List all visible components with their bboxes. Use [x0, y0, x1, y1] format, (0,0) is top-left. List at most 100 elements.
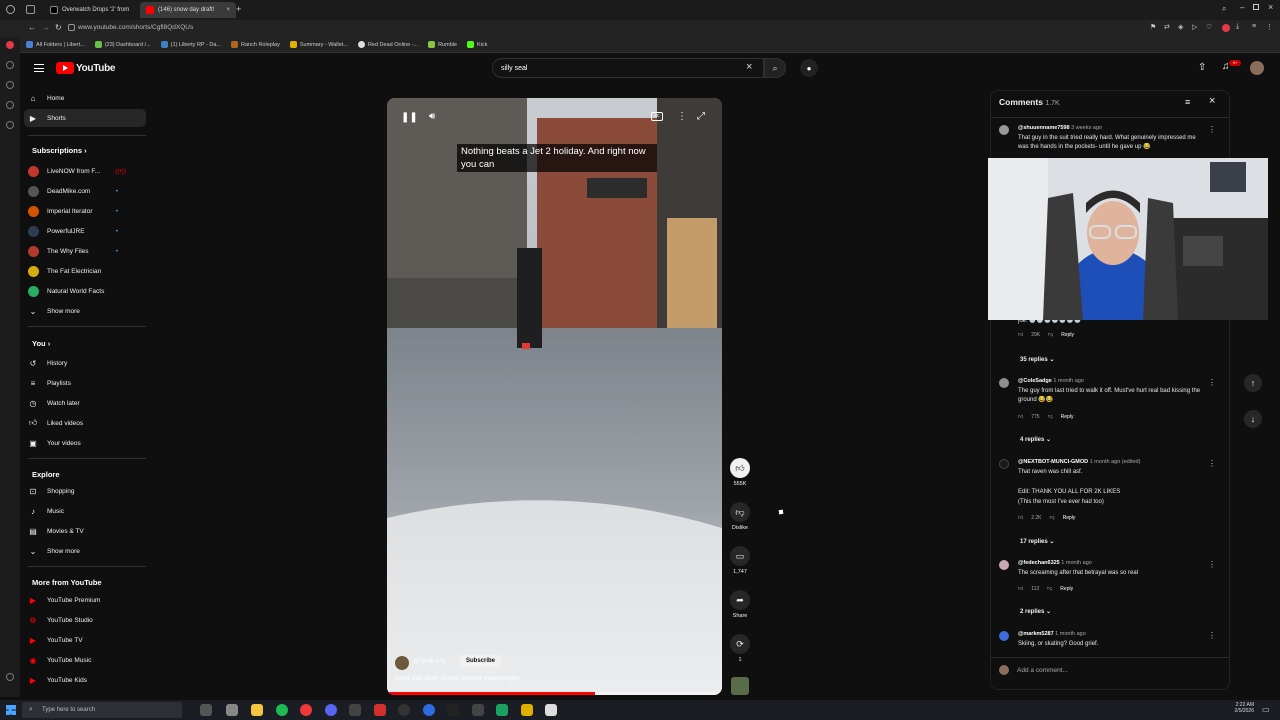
captions-icon[interactable]: cc [651, 112, 663, 121]
heart-icon[interactable]: ♡ [1206, 23, 1212, 31]
sidebar-item-your-videos[interactable]: ▣ Your videos [28, 436, 138, 450]
bookmark-item[interactable]: All Folders | Libert... [26, 41, 85, 48]
tab-youtube-short[interactable]: (146) snow day draft! × [140, 2, 236, 18]
sidebar-item-shorts[interactable]: ▶ Shorts [28, 111, 138, 125]
replies-toggle[interactable]: 4 replies ⌄ [1020, 436, 1051, 443]
sidebar-item-shopping[interactable]: ⊡ Shopping [28, 484, 138, 498]
sidebar-item-playlists[interactable]: ≡ Playlists [28, 376, 138, 390]
extension-icon[interactable] [1222, 24, 1230, 32]
maximize-icon[interactable] [1253, 4, 1259, 10]
forward-icon[interactable]: → [42, 23, 50, 32]
comment-menu-icon[interactable]: ⋮ [1208, 459, 1216, 468]
previous-short-button[interactable]: ↑ [1244, 374, 1262, 392]
shield-icon[interactable]: ◈ [1178, 23, 1183, 31]
sidebar-item-premium[interactable]: ▶ YouTube Premium [28, 593, 138, 607]
menu-icon[interactable]: ≡ [1252, 23, 1256, 30]
sidebar-subscription[interactable]: The Why Files • [28, 244, 138, 258]
search-input[interactable]: silly seal [492, 58, 764, 78]
bookmark-item[interactable]: (1) Liberty RP - Da... [160, 41, 221, 48]
remix-button[interactable]: ⟳ 1 [730, 634, 750, 663]
bookmark-item[interactable]: Summary - Wallet... [289, 41, 348, 48]
comment-author[interactable]: @shuuenname7598 [1018, 125, 1070, 131]
voice-search-button[interactable]: ● [800, 59, 818, 77]
bookmark-icon[interactable]: ⚑ [1150, 23, 1156, 31]
comment-menu-icon[interactable]: ⋮ [1208, 631, 1216, 640]
settings-app-icon[interactable] [226, 704, 238, 716]
sidebar-item-music-app[interactable]: ◉ YouTube Music [28, 653, 138, 667]
sidebar-item-kids[interactable]: ▶ YouTube Kids [28, 673, 138, 687]
sidebar-item-watch-later[interactable]: ◷ Watch later [28, 396, 138, 410]
downloads-panel-icon[interactable] [6, 81, 14, 89]
translate-icon[interactable]: ⇄ [1164, 23, 1170, 31]
new-tab-icon[interactable]: + [236, 4, 241, 14]
file-explorer-icon[interactable] [251, 704, 263, 716]
taskbar-clock[interactable]: 2:22 AM 2/5/2026 [1224, 702, 1254, 714]
thumbs-up-icon[interactable]: 👍︎ [1018, 414, 1023, 420]
vivaldi-icon[interactable] [6, 41, 14, 49]
close-window-icon[interactable]: × [1268, 2, 1273, 12]
sort-icon[interactable]: ≡ [1185, 97, 1190, 107]
app-icon[interactable] [374, 704, 386, 716]
sidebar-item-music[interactable]: ♪ Music [28, 504, 138, 518]
comment-author[interactable]: @NEXTBOT-MUNCI-GMOD [1018, 459, 1088, 465]
sidebar-subscription[interactable]: PowerfulJRE • [28, 224, 138, 238]
comment-menu-icon[interactable]: ⋮ [1208, 560, 1216, 569]
obs-icon[interactable] [398, 704, 410, 716]
sidebar-subscription[interactable]: DeadMike.com • [28, 184, 138, 198]
minimize-icon[interactable]: – [1240, 3, 1244, 12]
channel-avatar[interactable] [395, 656, 409, 670]
dislike-button[interactable]: 👎︎ Dislike [730, 502, 750, 531]
channel-handle[interactable]: @Terrik-u7p [413, 659, 446, 665]
next-short-button[interactable]: ↓ [1244, 410, 1262, 428]
bookmark-item[interactable]: Ranch Roleplay [231, 41, 280, 48]
thumbs-up-icon[interactable]: 👍︎ [1018, 332, 1023, 338]
notifications-icon[interactable]: ▭ [1262, 705, 1270, 714]
commenter-avatar[interactable] [999, 631, 1009, 641]
more-options-icon[interactable]: ⋮ [677, 111, 687, 122]
comment-author[interactable]: @ColeSadge [1018, 378, 1052, 384]
sidebar-subscription[interactable]: Natural World Facts [28, 284, 138, 298]
notes-panel-icon[interactable] [6, 121, 14, 129]
thumbs-up-icon[interactable]: 👍︎ [1018, 586, 1023, 592]
app-icon[interactable] [496, 704, 508, 716]
url-field[interactable]: www.youtube.com/shorts/Cgfl8QdXQUs [78, 24, 193, 31]
sidebar-item-tv[interactable]: ▶ YouTube TV [28, 633, 138, 647]
spotify-icon[interactable] [276, 704, 288, 716]
replies-toggle[interactable]: 35 replies ⌄ [1020, 356, 1054, 363]
sidebar-item-movies-tv[interactable]: ▤ Movies & TV [28, 524, 138, 538]
comment-author[interactable]: @markm5287 [1018, 631, 1054, 637]
back-icon[interactable]: ← [28, 23, 36, 32]
youtube-logo[interactable]: YouTube [56, 62, 116, 74]
sidebar-subscription[interactable]: The Fat Electrician [28, 264, 138, 278]
bookmark-item[interactable]: Red Dead Online -... [357, 41, 418, 48]
like-button[interactable]: 👍︎ 555K [730, 458, 750, 487]
you-heading[interactable]: You › [32, 339, 50, 348]
video-title[interactable]: snow day draft! #snow #winter #washingto… [395, 675, 521, 682]
tab-overwatch[interactable]: Overwatch Drops '2' from [44, 2, 140, 18]
app-icon[interactable] [472, 704, 484, 716]
sidebar-show-more[interactable]: ⌄ Show more [28, 304, 138, 318]
app-icon[interactable] [447, 704, 459, 716]
thumbs-down-icon[interactable]: 👎︎ [1050, 515, 1055, 521]
commenter-avatar[interactable] [999, 125, 1009, 135]
discord-icon[interactable] [325, 704, 337, 716]
search-tabs-icon[interactable]: ⌕ [1222, 4, 1226, 14]
replies-toggle[interactable]: 17 replies ⌄ [1020, 538, 1054, 545]
bookmark-item[interactable]: (23) Dashboard /... [94, 41, 151, 48]
bookmark-item[interactable]: Kick [467, 41, 487, 48]
sidebar-subscription[interactable]: Imperial Iterator • [28, 204, 138, 218]
app-icon[interactable] [423, 704, 435, 716]
sidebar-item-liked-videos[interactable]: 👍︎ Liked videos [28, 416, 138, 430]
windows-start-icon[interactable] [6, 705, 16, 715]
bookmark-item[interactable]: Rumble [428, 41, 457, 48]
subscriptions-heading[interactable]: Subscriptions › [32, 146, 87, 155]
pause-icon[interactable]: ❚❚ [401, 112, 418, 123]
history-panel-icon[interactable] [6, 101, 14, 109]
reply-button[interactable]: Reply [1061, 332, 1074, 338]
reload-icon[interactable]: ↻ [55, 23, 62, 32]
thumbs-up-icon[interactable]: 👍︎ [1018, 515, 1023, 521]
shorts-video-player[interactable]: ❚❚ 🔊︎ cc ⋮ ⤢ Nothing beats a Jet 2 holid… [387, 98, 722, 695]
create-icon[interactable]: ⇧ [1198, 62, 1206, 73]
replies-toggle[interactable]: 2 replies ⌄ [1020, 608, 1051, 615]
site-info-icon[interactable] [68, 24, 75, 31]
